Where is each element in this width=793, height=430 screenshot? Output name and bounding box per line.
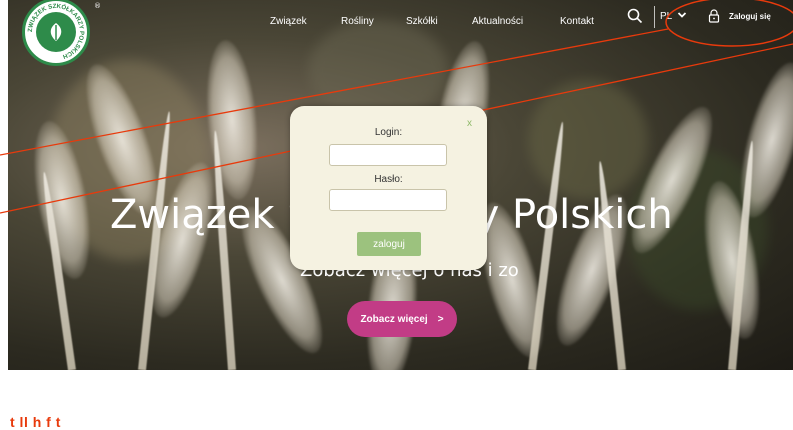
nav-item-szkolki[interactable]: Szkółki — [406, 16, 438, 27]
login-modal: x Login: Hasło: zaloguj — [290, 106, 487, 270]
nav-item-aktualnosci[interactable]: Aktualności — [472, 16, 523, 27]
login-label: Login: — [374, 127, 403, 138]
main-nav: Związek Rośliny Szkółki Aktualności Kont… — [0, 16, 793, 32]
background-bokeh — [308, 20, 448, 120]
login-input[interactable] — [329, 144, 447, 166]
arrow-right-icon: > — [437, 313, 444, 325]
nav-item-kontakt[interactable]: Kontakt — [560, 16, 594, 27]
logo-ring: ZWIĄZEK SZKÓŁKARZY POLSKICH — [27, 3, 85, 60]
registered-mark: ® — [94, 2, 101, 10]
login-submit-button[interactable]: zaloguj — [357, 232, 421, 256]
nav-divider — [654, 6, 655, 28]
search-icon[interactable] — [627, 8, 643, 24]
chevron-down-icon[interactable] — [677, 10, 687, 20]
see-more-label: Zobacz więcej — [360, 313, 428, 325]
login-link[interactable]: Zaloguj się — [729, 12, 771, 21]
password-input[interactable] — [329, 189, 447, 211]
background-bokeh — [528, 80, 648, 200]
password-label: Hasło: — [374, 174, 403, 185]
nav-item-zwiazek[interactable]: Związek — [270, 16, 307, 27]
nav-item-rosliny[interactable]: Rośliny — [341, 16, 374, 27]
see-more-button[interactable]: Zobacz więcej > — [347, 301, 457, 337]
logo[interactable]: ZWIĄZEK SZKÓŁKARZY POLSKICH — [22, 0, 90, 66]
lock-icon[interactable] — [708, 9, 720, 23]
language-selector[interactable]: PL — [660, 11, 672, 22]
partial-heading: t ll h f t — [10, 414, 61, 430]
